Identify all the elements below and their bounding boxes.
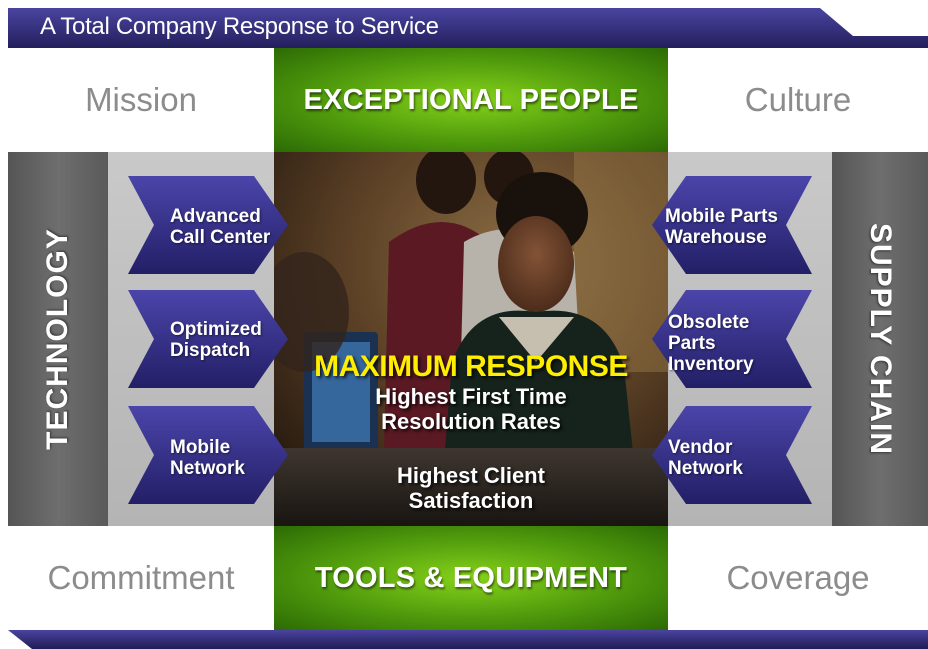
corner-coverage: Coverage [668, 526, 928, 630]
supply-item-label: Obsolete Parts Inventory [668, 312, 754, 375]
corner-culture: Culture [668, 48, 928, 152]
center-line-2: Highest Client Satisfaction [397, 463, 545, 513]
page-title: A Total Company Response to Service [40, 13, 439, 40]
pillar-tools-equipment: TOOLS & EQUIPMENT [274, 526, 668, 630]
corner-commitment: Commitment [8, 526, 274, 630]
center-line-1: Highest First Time Resolution Rates [375, 384, 567, 434]
supply-chain-label: SUPPLY CHAIN [864, 222, 897, 456]
tech-item-label: Advanced Call Center [170, 206, 271, 248]
supply-item-label: Vendor Network [668, 437, 743, 479]
technology-label: TECHNOLOGY [41, 228, 74, 450]
center-title: MAXIMUM RESPONSE [314, 350, 628, 383]
footer-bar [8, 630, 928, 649]
pillar-exceptional-people: EXCEPTIONAL PEOPLE [274, 48, 668, 152]
corner-mission: Mission [8, 48, 274, 152]
tech-item-label: Optimized Dispatch [170, 319, 262, 361]
supply-item-label: Mobile Parts Warehouse [665, 206, 778, 248]
tech-item-label: Mobile Network [170, 437, 245, 479]
